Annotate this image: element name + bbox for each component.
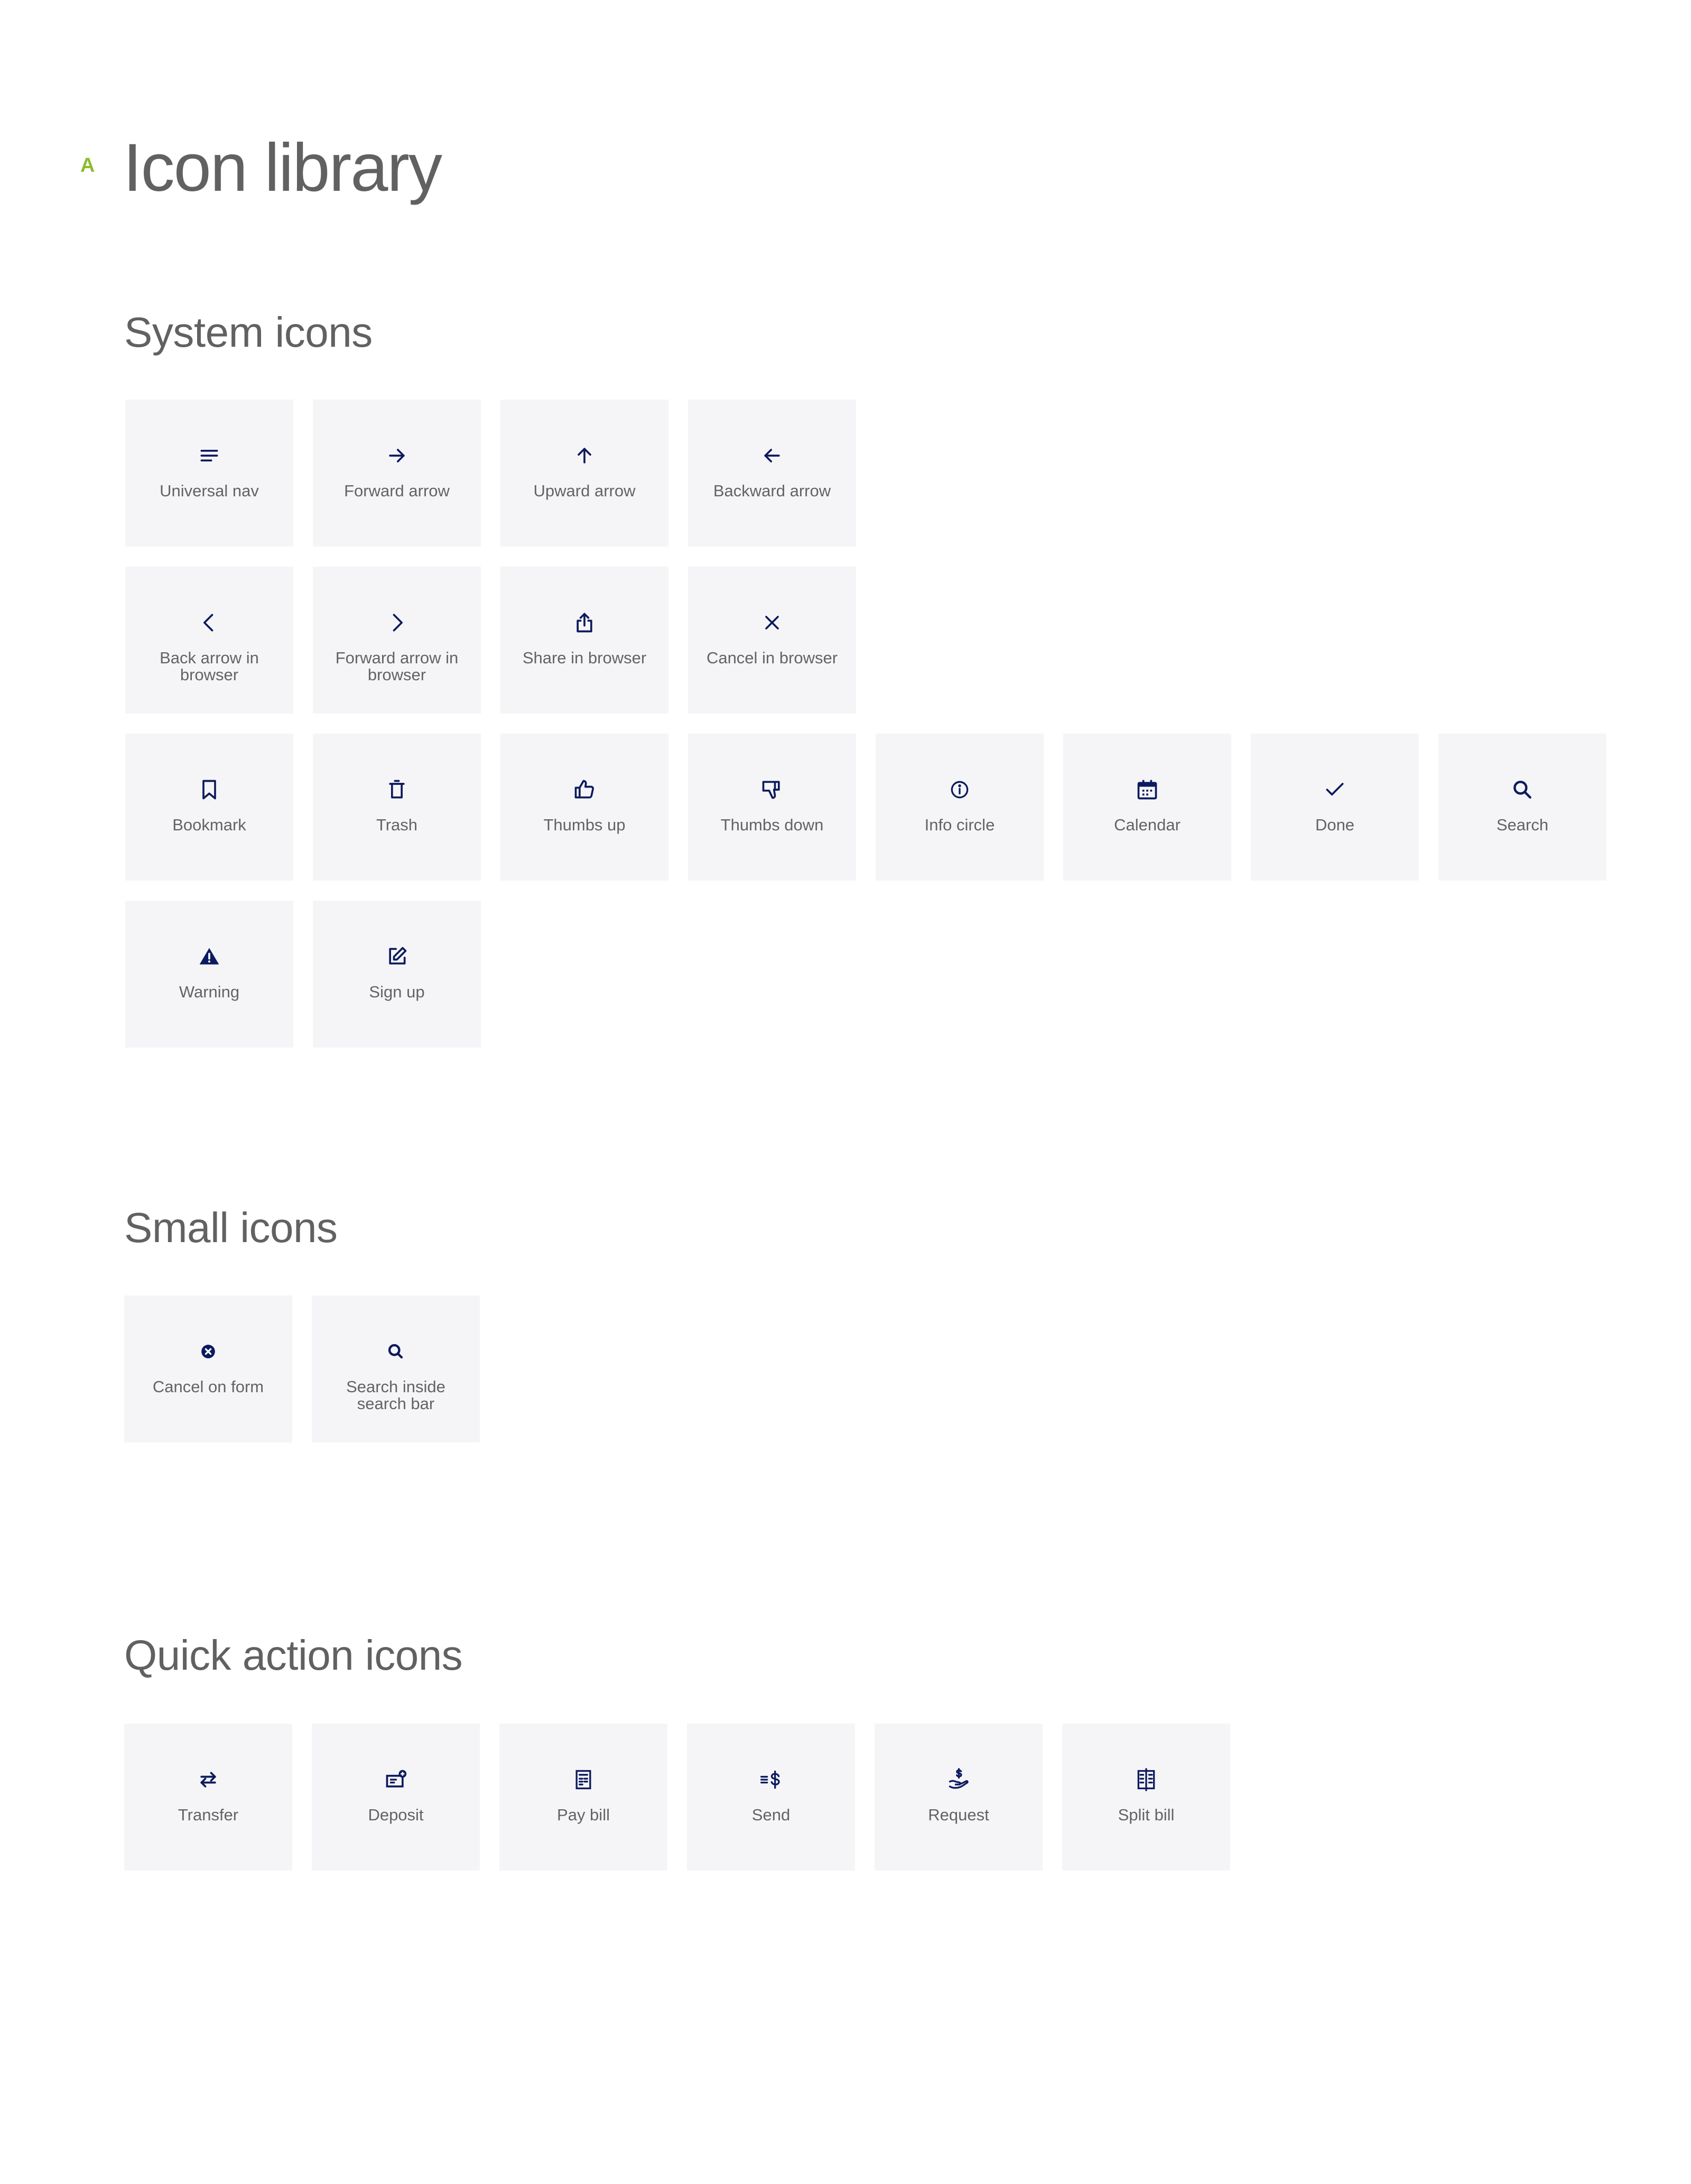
tile-label: Search inside search bar [346,1377,445,1413]
tile-label: Transfer [178,1806,239,1824]
tile-forward-arrow[interactable]: Forward arrow [313,400,481,547]
bill-icon [499,1767,667,1792]
page-title: Icon library [123,130,442,206]
tile-split-bill[interactable]: Split bill [1062,1724,1230,1871]
tile-deposit[interactable]: Deposit [312,1724,480,1871]
tile-label: Universal nav [160,482,259,500]
tile-thumbs-up[interactable]: Thumbs up [500,734,668,881]
send-money-icon [687,1767,855,1792]
check-icon [1251,777,1419,802]
tile-transfer[interactable]: Transfer [124,1724,292,1871]
tile-label: Sign up [369,983,425,1001]
arrow-right-icon [313,443,481,468]
thumbs-down-icon [688,777,856,802]
tile-done[interactable]: Done [1251,734,1419,881]
tile-sign-up[interactable]: Sign up [313,901,481,1048]
chevron-left-icon [125,610,293,635]
tile-label: Bookmark [172,816,246,834]
tile-label: Deposit [368,1806,424,1824]
tile-label: Backward arrow [713,482,831,500]
tile-label: Done [1315,816,1355,834]
tile-calendar[interactable]: Calendar [1063,734,1231,881]
tile-upward-arrow[interactable]: Upward arrow [500,400,668,547]
tile-search-inside-search-bar[interactable]: Search inside search bar [312,1295,480,1442]
calendar-icon [1063,777,1231,802]
tile-label: Forward arrow [344,482,450,500]
tile-pay-bill[interactable]: Pay bill [499,1724,667,1871]
tile-share-in-browser[interactable]: Share in browser [500,567,668,714]
tile-bookmark[interactable]: Bookmark [125,734,293,881]
arrow-left-icon [688,443,856,468]
quick-action-icons-heading: Quick action icons [124,1632,463,1679]
tile-request[interactable]: Request [875,1724,1043,1871]
tile-label: Thumbs up [543,816,626,834]
tile-label: Cancel in browser [706,649,838,667]
tile-universal-nav[interactable]: Universal nav [125,400,293,547]
tile-forward-arrow-in-browser[interactable]: Forward arrow in browser [313,567,481,714]
tile-label: Info circle [924,816,995,834]
tile-label: Send [751,1806,791,1824]
tile-label: Search [1496,816,1549,834]
tile-label: Forward arrow in browser [335,649,459,684]
tile-label: Calendar [1114,816,1181,834]
close-circle-filled-icon [124,1339,292,1364]
menu-icon [125,443,293,468]
transfer-icon [124,1767,292,1792]
tile-label: Cancel on form [152,1377,264,1396]
system-icons-heading: System icons [124,309,373,356]
deposit-check-icon [312,1767,480,1792]
share-icon [500,610,668,635]
arrow-up-icon [500,443,668,468]
section-letter: A [80,154,95,177]
edit-icon [313,944,481,969]
warning-icon [125,944,293,969]
tile-cancel-in-browser[interactable]: Cancel in browser [688,567,856,714]
tile-search[interactable]: Search [1438,734,1606,881]
tile-send[interactable]: Send [687,1724,855,1871]
thumbs-up-icon [500,777,668,802]
tile-trash[interactable]: Trash [313,734,481,881]
tile-info-circle[interactable]: Info circle [876,734,1044,881]
request-money-icon [875,1767,1043,1792]
trash-icon [313,777,481,802]
tile-label: Upward arrow [533,482,636,500]
tile-backward-arrow[interactable]: Backward arrow [688,400,856,547]
tile-label: Share in browser [522,649,647,667]
tile-label: Split bill [1118,1806,1175,1824]
tile-label: Back arrow in browser [160,649,259,684]
tile-label: Pay bill [557,1806,610,1824]
bookmark-icon [125,777,293,802]
search-icon [1438,777,1606,802]
chevron-right-icon [313,610,481,635]
tile-label: Request [928,1806,989,1824]
split-bill-icon [1062,1767,1230,1792]
small-icons-heading: Small icons [124,1204,338,1251]
tile-warning[interactable]: Warning [125,901,293,1048]
info-circle-icon [876,777,1044,802]
tile-label: Warning [179,983,240,1001]
tile-cancel-on-form[interactable]: Cancel on form [124,1295,292,1442]
close-icon [688,610,856,635]
tile-thumbs-down[interactable]: Thumbs down [688,734,856,881]
tile-back-arrow-in-browser[interactable]: Back arrow in browser [125,567,293,714]
tile-label: Thumbs down [720,816,824,834]
tile-label: Trash [376,816,418,834]
search-small-icon [312,1339,480,1364]
